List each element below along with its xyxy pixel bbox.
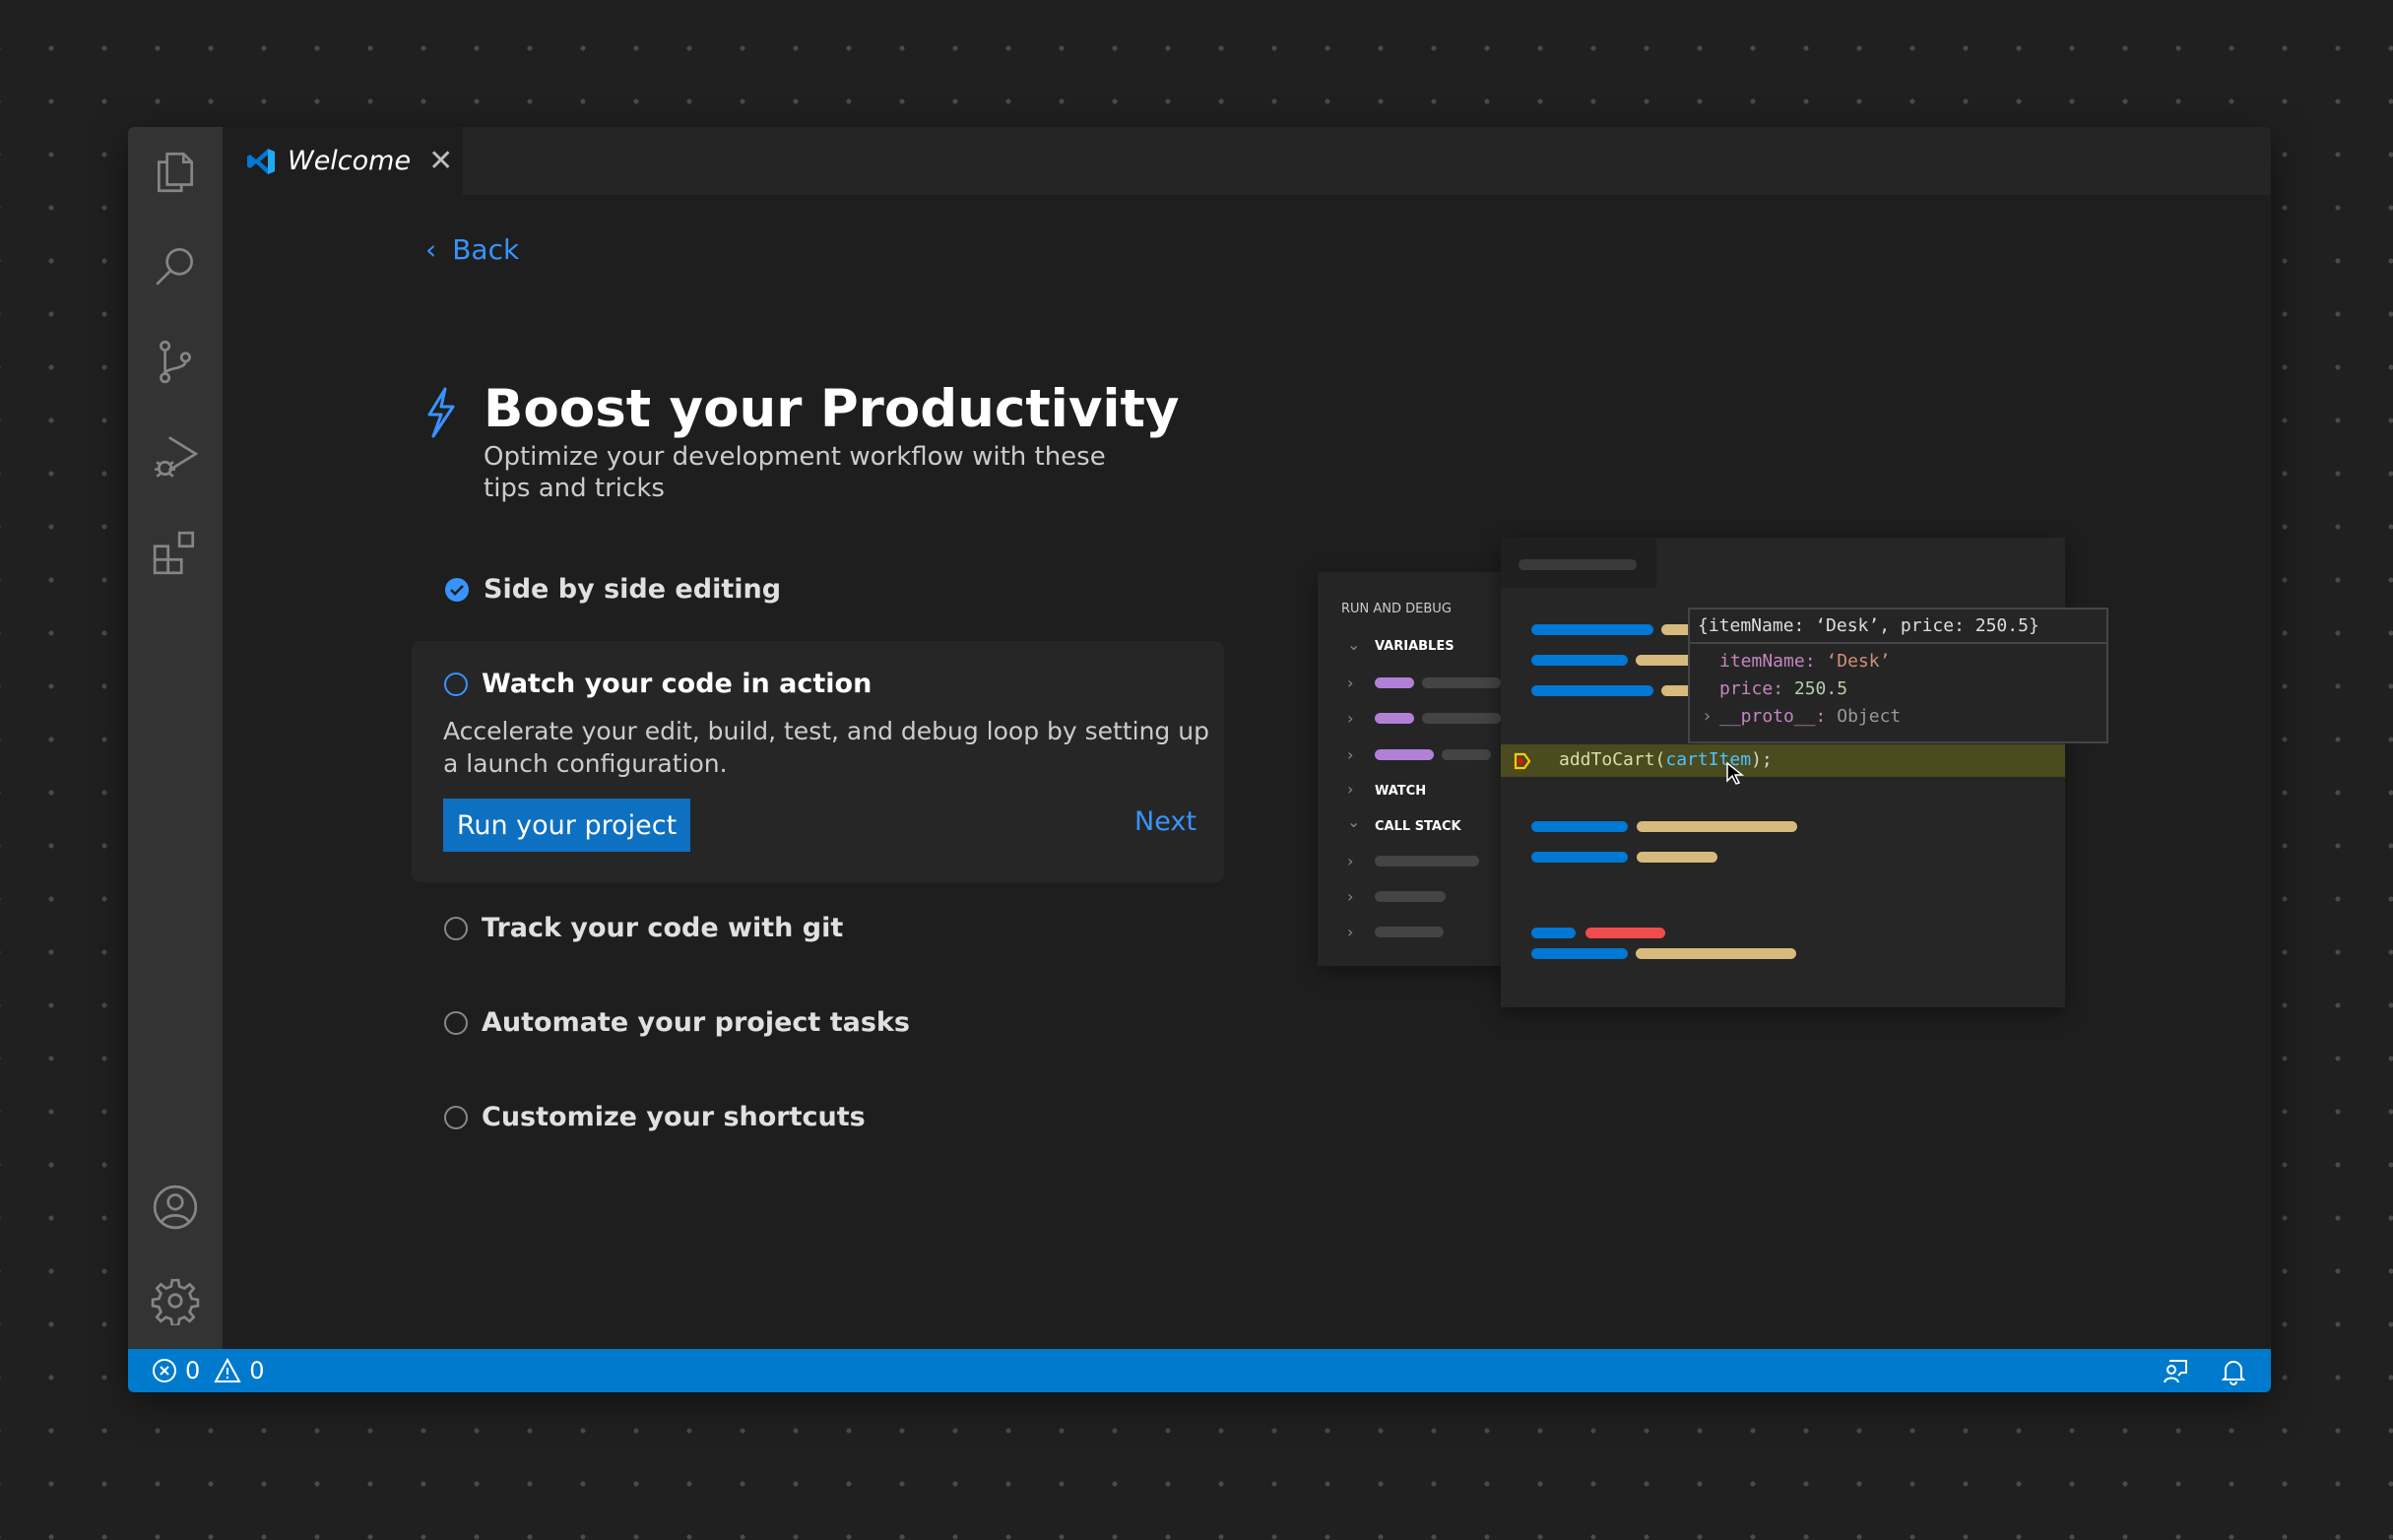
- step-customize-shortcuts[interactable]: Customize your shortcuts: [444, 1102, 866, 1132]
- step-automate-tasks[interactable]: Automate your project tasks: [444, 1007, 910, 1038]
- hover-line[interactable]: › __proto__: Object: [1702, 703, 2106, 731]
- breakpoint-arrow-icon: [1514, 752, 1531, 770]
- step-watch-code[interactable]: Watch your code in action: [444, 669, 872, 699]
- debug-hover-popup: {itemName: ‘Desk’, price: 250.5} itemNam…: [1688, 608, 2108, 743]
- lightning-icon: [427, 387, 455, 438]
- step-label: Side by side editing: [484, 574, 782, 605]
- run-project-button[interactable]: Run your project: [443, 799, 690, 852]
- page-subtitle: Optimize your development workflow with …: [484, 442, 1106, 503]
- variables-label: VARIABLES: [1375, 639, 1455, 654]
- vscode-window: Welcome ✕ ··· ‹ Back Boost your Producti…: [128, 127, 2271, 1392]
- debug-sidebar-illustration: RUN AND DEBUG ⌄ VARIABLES › › › › WATCH ⌄ C…: [1318, 572, 1515, 966]
- activity-bar: [128, 127, 223, 1349]
- radio-icon: [444, 1010, 468, 1035]
- settings-gear-icon[interactable]: [150, 1275, 201, 1326]
- problems-indicator[interactable]: 0 0: [152, 1357, 265, 1384]
- hover-line: price: 250.5: [1719, 678, 1848, 699]
- step-label: Automate your project tasks: [482, 1007, 910, 1038]
- feedback-icon[interactable]: [2162, 1358, 2189, 1385]
- step-track-git[interactable]: Track your code with git: [444, 913, 843, 943]
- hover-header: {itemName: ‘Desk’, price: 250.5}: [1690, 610, 2106, 644]
- error-icon: [153, 1359, 176, 1382]
- hover-line: itemName: ‘Desk’: [1719, 651, 1891, 672]
- step-side-by-side[interactable]: Side by side editing: [444, 574, 781, 605]
- close-icon[interactable]: ✕: [428, 144, 453, 178]
- bell-icon[interactable]: [2221, 1358, 2246, 1385]
- panel-title: RUN AND DEBUG: [1341, 602, 1452, 616]
- radio-icon: [444, 1105, 468, 1129]
- warning-icon: [214, 1358, 241, 1382]
- chevron-left-icon: ‹: [425, 233, 437, 266]
- error-count: 0: [185, 1357, 201, 1384]
- tab-title: Welcome: [288, 146, 412, 176]
- warning-count: 0: [249, 1357, 265, 1384]
- explorer-icon[interactable]: [150, 147, 201, 198]
- radio-icon: [444, 916, 468, 940]
- watch-label: WATCH: [1375, 784, 1427, 799]
- source-control-icon[interactable]: [150, 336, 201, 387]
- call-stack-label: CALL STACK: [1375, 819, 1461, 834]
- back-link[interactable]: ‹ Back: [425, 233, 519, 266]
- step-label: Watch your code in action: [482, 669, 873, 699]
- next-link[interactable]: Next: [1134, 806, 1196, 837]
- tab-welcome[interactable]: Welcome ✕: [223, 127, 463, 195]
- radio-icon: [444, 672, 468, 696]
- search-icon[interactable]: [150, 241, 201, 292]
- account-icon[interactable]: [150, 1182, 201, 1233]
- step-label: Track your code with git: [482, 913, 844, 943]
- mouse-cursor-icon: [1726, 761, 1745, 785]
- step-label: Customize your shortcuts: [482, 1102, 866, 1132]
- status-bar: 0 0: [128, 1349, 2271, 1392]
- extensions-icon[interactable]: [150, 527, 201, 578]
- run-debug-icon[interactable]: [150, 430, 201, 481]
- page-title: Boost your Productivity: [484, 379, 1180, 439]
- step-description: Accelerate your edit, build, test, and d…: [443, 717, 1209, 778]
- tab-bar: Welcome ✕ ···: [223, 127, 2271, 195]
- back-label: Back: [452, 233, 520, 266]
- vscode-logo-icon: [247, 148, 275, 174]
- checked-icon: [445, 577, 469, 602]
